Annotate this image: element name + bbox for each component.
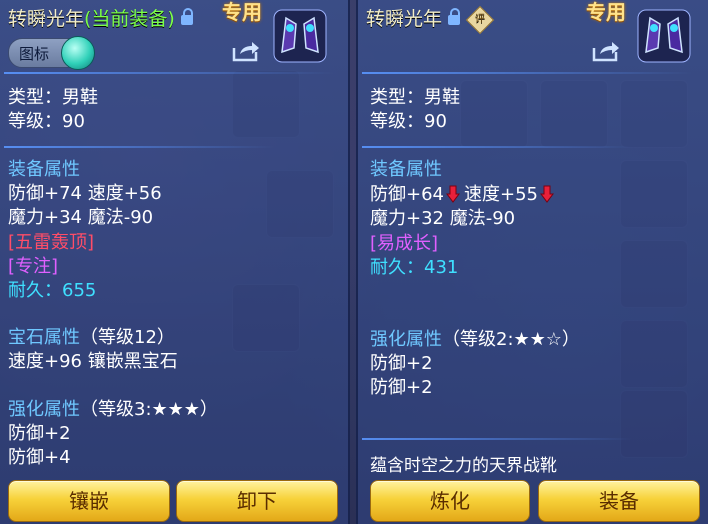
- equipped-item-panel: 转瞬光年(当前装备) 专用 图标 类型：男鞋 等级：90 装备属性 防御+74 …: [0, 0, 350, 524]
- durability: 耐久：655: [8, 280, 97, 301]
- lock-icon: [180, 7, 193, 25]
- unequip-button[interactable]: 卸下: [176, 480, 338, 522]
- down-arrow-icon: [540, 185, 554, 203]
- gem-attr-row: 宝石属性（等级12）: [8, 326, 175, 350]
- enhance-attr-row: 强化属性（等级3:★★★）: [8, 398, 218, 422]
- enhance-level: （等级3:★★★）: [80, 399, 218, 420]
- item-type: 类型：男鞋: [8, 87, 98, 108]
- enhance-level: （等级2:★★☆）: [442, 329, 580, 350]
- attr-line: 防御+74 速度+56: [8, 183, 162, 204]
- down-arrow-icon: [446, 185, 460, 203]
- gem-attr-header: 宝石属性: [8, 327, 80, 348]
- equip-attr-header: 装备属性: [370, 159, 442, 180]
- boots-item-icon: [273, 9, 327, 63]
- item-type: 类型：男鞋: [370, 87, 460, 108]
- equip-attr-header: 装备属性: [8, 159, 80, 180]
- equipped-status: (当前装备): [84, 8, 175, 30]
- defense-value: 防御+64: [370, 184, 444, 205]
- boots-item-icon: [637, 9, 691, 63]
- item-description: 蕴含时空之力的天界战靴: [370, 456, 557, 476]
- refine-button[interactable]: 炼化: [370, 480, 530, 522]
- share-icon[interactable]: [232, 40, 260, 62]
- item-level: 等级：90: [8, 111, 85, 132]
- enhance-attr-row: 强化属性（等级2:★★☆）: [370, 328, 580, 352]
- item-title: 转瞬光年(当前装备): [8, 4, 193, 31]
- enhance-line: 防御+4: [8, 447, 71, 468]
- special-effect: [专注]: [8, 256, 59, 277]
- rating-badge-label: 评: [475, 13, 486, 25]
- item-name: 转瞬光年: [8, 8, 85, 30]
- icon-toggle[interactable]: 图标: [8, 36, 95, 70]
- gem-level: （等级12）: [80, 327, 175, 348]
- attr-line: 防御+64 速度+55: [370, 183, 558, 207]
- share-icon[interactable]: [592, 40, 620, 62]
- divider: [4, 72, 334, 74]
- enhance-attr-header: 强化属性: [370, 329, 442, 350]
- exclusive-label: 专用: [222, 0, 262, 24]
- compare-item-panel: 转瞬光年 评 专用 类型：男鞋 等级：90 装备属性 防御+64 速度+55 魔力+…: [356, 0, 708, 524]
- item-level: 等级：90: [370, 111, 447, 132]
- inlay-button[interactable]: 镶嵌: [8, 480, 170, 522]
- speed-value: 速度+55: [464, 184, 538, 205]
- gem-line: 速度+96 镶嵌黑宝石: [8, 351, 178, 372]
- enhance-line: 防御+2: [370, 377, 433, 398]
- attr-line: 魔力+34 魔法-90: [8, 207, 154, 228]
- toggle-label: 图标: [19, 45, 50, 63]
- special-effect: [易成长]: [370, 233, 439, 254]
- item-name: 转瞬光年: [366, 8, 443, 30]
- special-skill: [五雷轰顶]: [8, 232, 95, 253]
- exclusive-label: 专用: [586, 0, 626, 24]
- durability: 耐久：431: [370, 257, 459, 278]
- divider: [4, 146, 274, 148]
- rating-badge-icon[interactable]: 评: [465, 5, 495, 34]
- equip-button[interactable]: 装备: [538, 480, 700, 522]
- lock-icon: [448, 7, 461, 25]
- enhance-attr-header: 强化属性: [8, 399, 80, 420]
- divider: [362, 72, 692, 74]
- attr-line: 魔力+32 魔法-90: [370, 208, 516, 229]
- item-title: 转瞬光年 评: [366, 4, 495, 34]
- toggle-knob: [61, 36, 95, 70]
- enhance-line: 防御+2: [8, 423, 71, 444]
- divider: [362, 438, 632, 440]
- enhance-line: 防御+2: [370, 353, 433, 374]
- divider: [362, 146, 632, 148]
